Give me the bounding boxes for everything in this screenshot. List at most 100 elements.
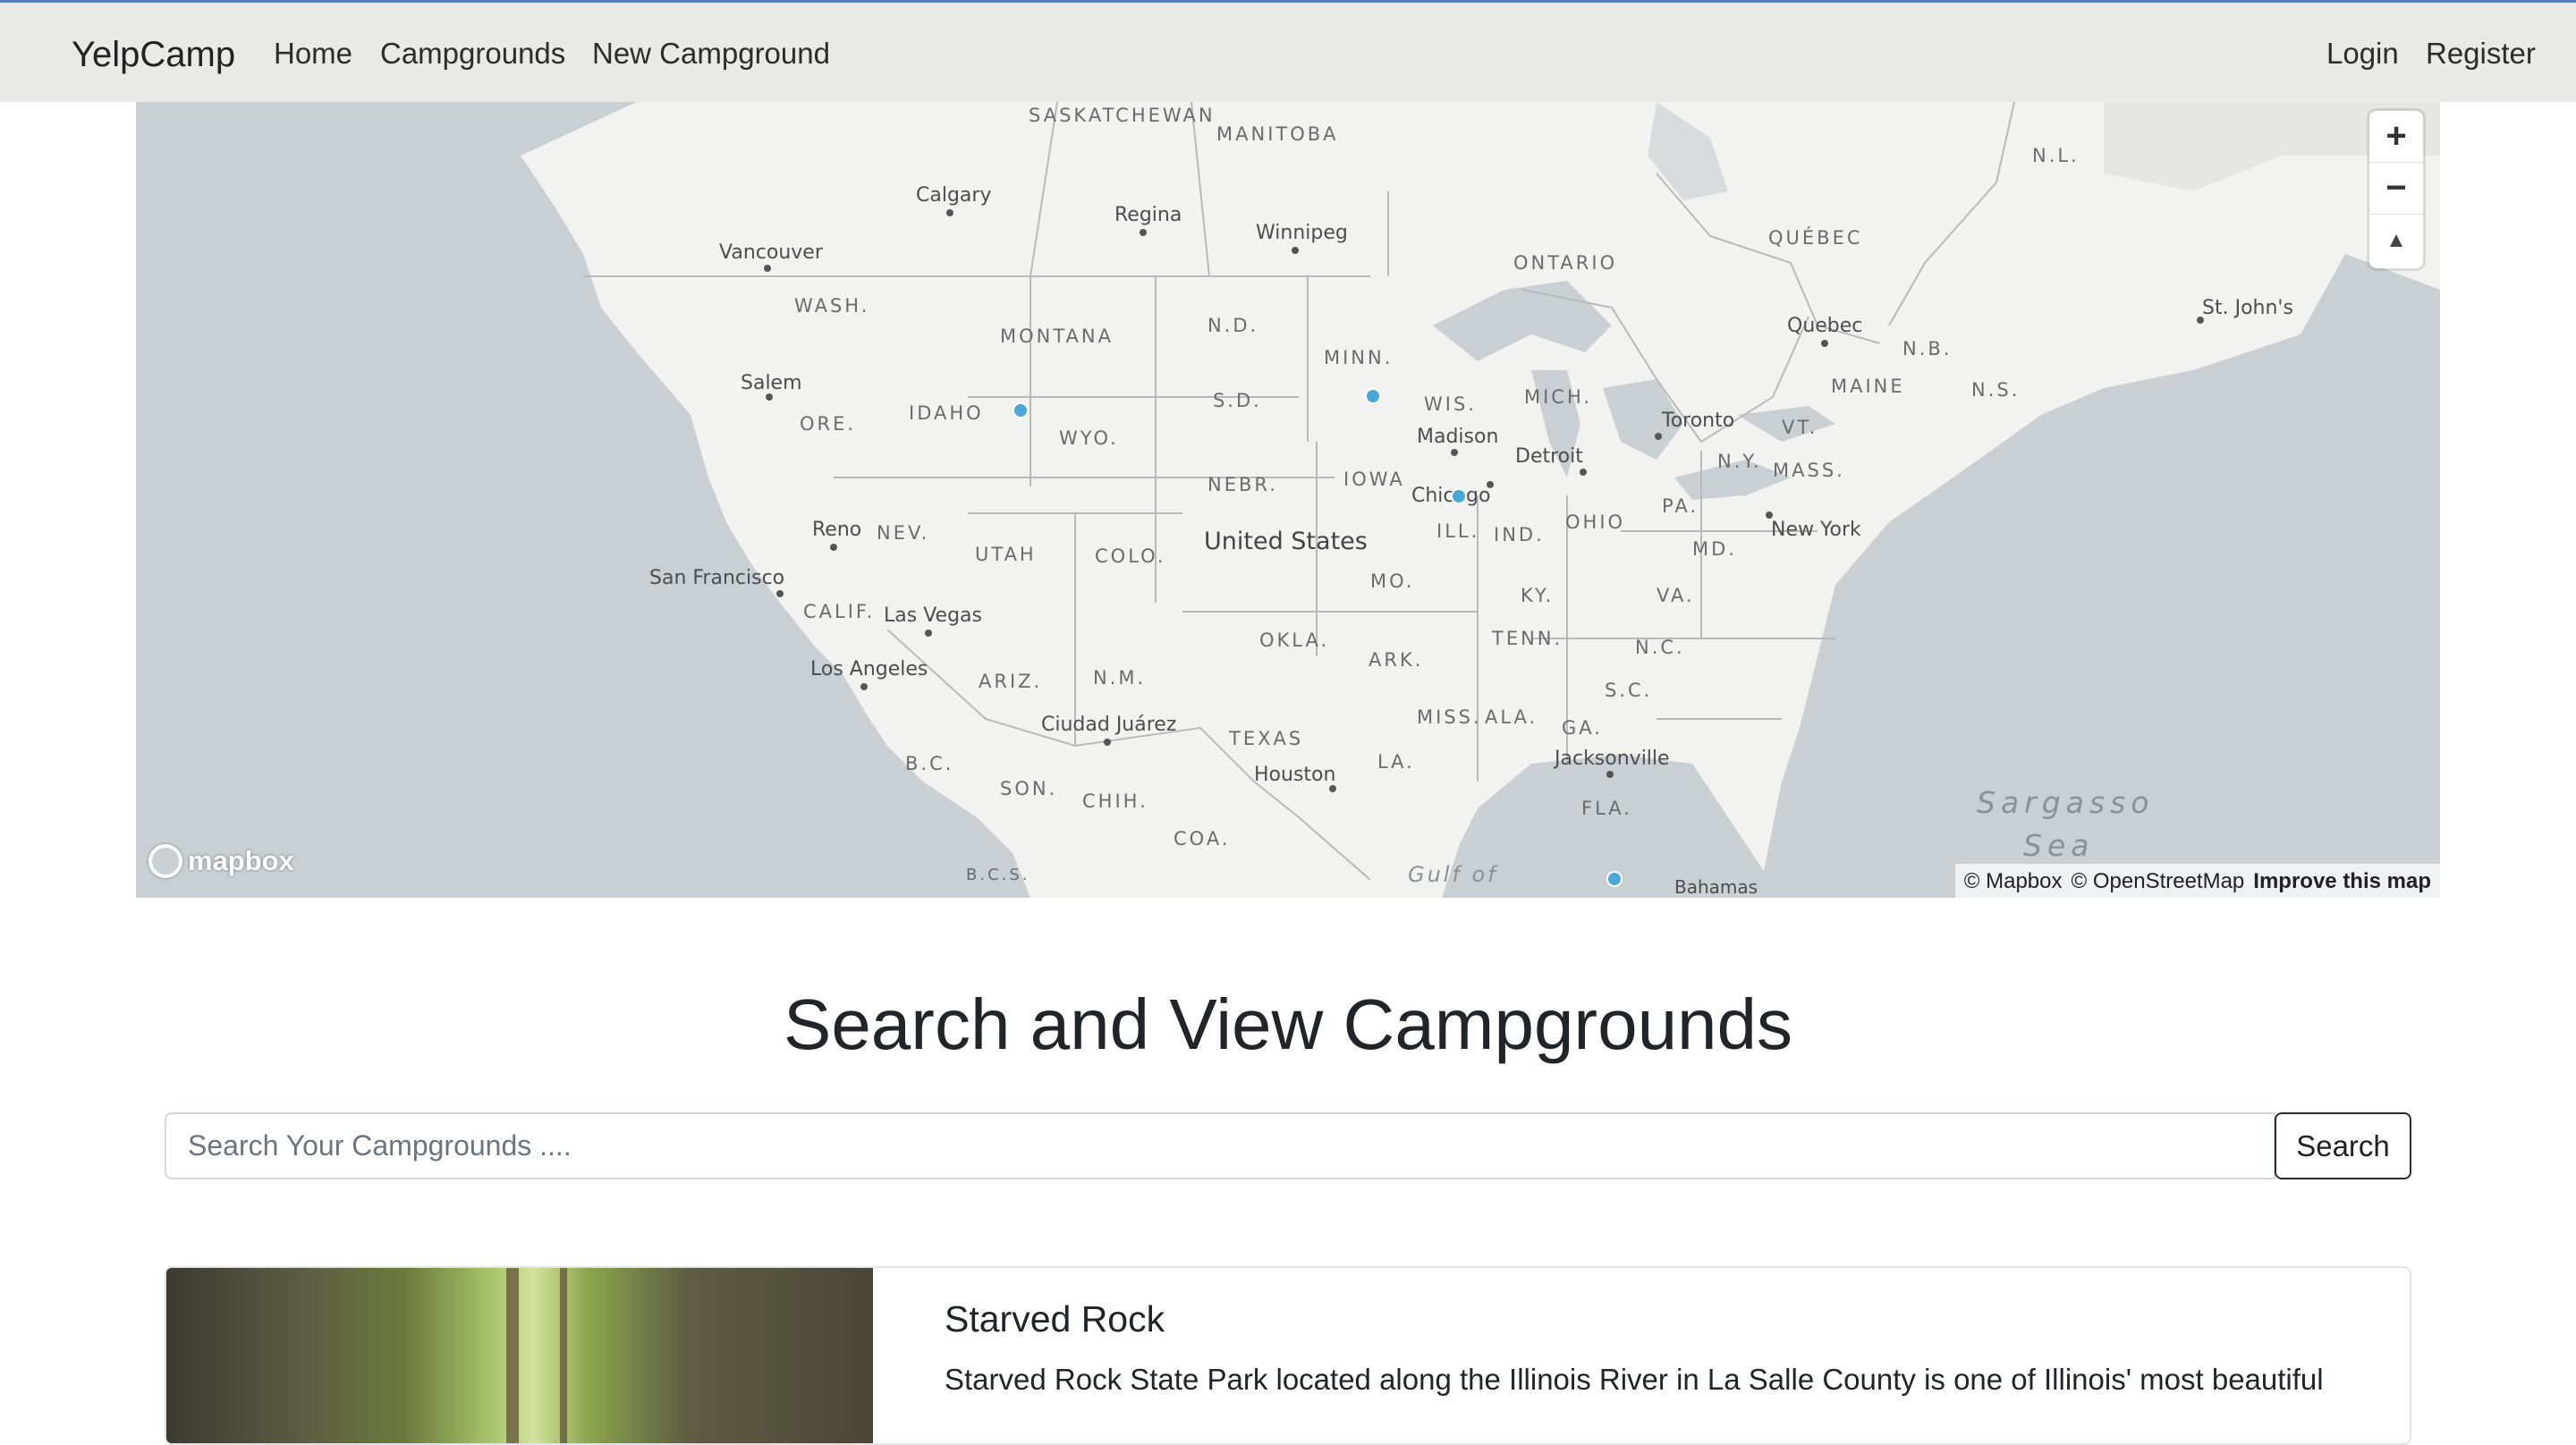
map-region-label: B.C. (905, 753, 954, 774)
map-region-label: UTAH (975, 544, 1037, 565)
improve-map-link[interactable]: Improve this map (2253, 869, 2431, 893)
campground-map-marker[interactable] (1013, 402, 1029, 418)
map-region-label: N.C. (1635, 637, 1685, 658)
map-city-label: Winnipeg (1256, 222, 1348, 244)
attribution-mapbox-link[interactable]: © Mapbox (1964, 869, 2063, 893)
map-city-label: Bahamas (1674, 876, 1758, 898)
campground-map-marker[interactable] (1451, 488, 1467, 504)
map-region-label: GA. (1562, 717, 1603, 739)
map-city-dot (1329, 785, 1336, 792)
nav-link-home[interactable]: Home (274, 37, 352, 71)
map-region-label: MASS. (1773, 460, 1845, 481)
map-region-label: OKLA. (1259, 630, 1330, 651)
map-sea-label: Sea (2023, 828, 2095, 863)
map-city-label: New York (1771, 519, 1861, 541)
map-region-label: MAINE (1831, 376, 1905, 397)
nav-link-register[interactable]: Register (2426, 37, 2536, 71)
map-country-label: United States (1204, 528, 1368, 555)
map-navigation-control: + − ▲ (2369, 111, 2423, 268)
map-region-label: NEV. (877, 522, 930, 544)
compass-icon[interactable]: ▲ (2369, 215, 2423, 266)
map-region-label: TENN. (1492, 628, 1563, 649)
map-region-label: TEXAS (1229, 728, 1304, 749)
map-city-dot (1606, 771, 1614, 778)
search-input[interactable]: Search Your Campgrounds .... (165, 1112, 2275, 1179)
map-region-label: N.Y. (1717, 451, 1762, 472)
map-region-label: B.C.S. (966, 866, 1030, 884)
map-city-dot (1766, 511, 1773, 519)
map-region-label: CHIH. (1082, 790, 1148, 812)
map-region-label: MICH. (1524, 386, 1593, 408)
nav-link-login[interactable]: Login (2326, 37, 2399, 71)
map-city-label: Salem (741, 372, 802, 394)
map-city-label: St. John's (2202, 297, 2293, 319)
map-city-label: Regina (1114, 204, 1182, 226)
map-region-label: MD. (1692, 538, 1737, 560)
map-region-label: WIS. (1424, 393, 1477, 415)
map-region-label: ARK. (1368, 649, 1424, 671)
map-region-label: QUÉBEC (1768, 227, 1863, 249)
map-city-dot (766, 393, 773, 401)
map-city-label: Ciudad Juárez (1041, 714, 1177, 736)
campground-map-marker[interactable] (1606, 871, 1623, 887)
mapbox-logo[interactable]: mapbox (148, 844, 294, 878)
map-region-label: CALIF. (803, 601, 876, 622)
map-region-label: IOWA (1343, 469, 1405, 490)
map-region-label: S.D. (1213, 390, 1262, 411)
map-region-label: COLO. (1095, 545, 1166, 567)
zoom-in-button[interactable]: + (2369, 111, 2423, 163)
map-region-label: ILL. (1436, 520, 1480, 542)
brand-link[interactable]: YelpCamp (72, 35, 235, 75)
map-region-label: MONTANA (1000, 325, 1114, 347)
search-button[interactable]: Search (2275, 1112, 2411, 1179)
map-region-label: N.S. (1971, 379, 2021, 401)
zoom-out-button[interactable]: − (2369, 163, 2423, 215)
nav-link-new-campground[interactable]: New Campground (592, 37, 830, 71)
map-city-label: Los Angeles (810, 658, 928, 680)
map-region-label: MINN. (1324, 347, 1394, 368)
map-city-dot (1104, 739, 1111, 746)
map-city-label: Toronto (1662, 410, 1735, 432)
map-region-label: IND. (1494, 524, 1545, 545)
map-city-label: Jacksonville (1555, 748, 1670, 770)
nav-link-campgrounds[interactable]: Campgrounds (380, 37, 565, 71)
map-city-label: Vancouver (719, 241, 823, 264)
map-region-label: MISS. (1417, 706, 1482, 728)
map-region-label: WYO. (1059, 427, 1119, 449)
campground-image-detail (560, 1268, 567, 1443)
navbar: YelpCamp Home Campgrounds New Campground… (0, 0, 2576, 102)
map-city-dot (2197, 317, 2204, 324)
map-city-label: Detroit (1515, 445, 1583, 468)
campground-card: Starved Rock Starved Rock State Park loc… (165, 1266, 2411, 1445)
map-region-label: SASKATCHEWAN (1029, 105, 1216, 126)
cluster-map[interactable]: SASKATCHEWAN MANITOBA ONTARIO QUÉBEC N.L… (136, 102, 2440, 898)
map-region-label: ORE. (800, 413, 857, 435)
map-sea-label: Sargasso (1977, 785, 2155, 820)
map-city-dot (860, 683, 868, 690)
map-region-label: WASH. (794, 295, 870, 317)
map-city-dot (1451, 449, 1458, 456)
map-city-label: Calgary (916, 184, 992, 207)
campground-description: Starved Rock State Park located along th… (945, 1363, 2324, 1396)
map-region-label: N.M. (1093, 667, 1147, 689)
map-city-dot (925, 630, 932, 637)
map-city-label: Reno (812, 519, 862, 541)
search-placeholder: Search Your Campgrounds .... (188, 1129, 572, 1162)
map-city-label: Madison (1417, 426, 1499, 448)
map-region-label: N.D. (1208, 315, 1259, 336)
map-city-dot (1487, 481, 1494, 488)
map-attribution: © Mapbox © OpenStreetMap Improve this ma… (1954, 864, 2440, 898)
map-region-label: ARIZ. (979, 671, 1043, 692)
campground-map-marker[interactable] (1365, 388, 1381, 404)
map-region-label: N.B. (1902, 338, 1953, 359)
map-city-dot (1580, 469, 1587, 476)
map-city-dot (764, 265, 771, 272)
map-city-dot (830, 544, 837, 551)
mapbox-logo-icon (148, 844, 182, 878)
map-city-label: Las Vegas (884, 604, 982, 627)
map-region-label: ALA. (1485, 706, 1538, 728)
map-city-label: San Francisco (649, 567, 785, 589)
map-city-dot (1292, 247, 1299, 254)
campground-image (166, 1268, 873, 1443)
attribution-osm-link[interactable]: © OpenStreetMap (2072, 869, 2245, 893)
